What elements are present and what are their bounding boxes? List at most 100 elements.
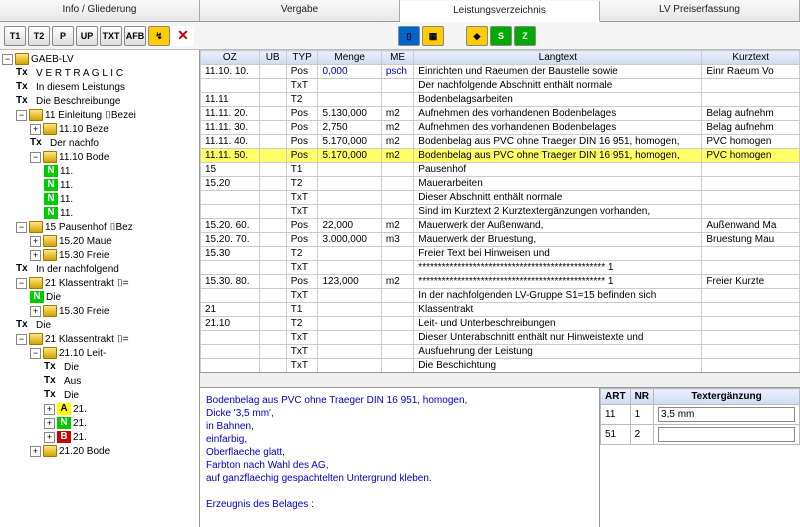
btn-y2[interactable]: ▦ xyxy=(422,26,444,46)
expand-icon[interactable]: − xyxy=(16,334,27,345)
btn-up[interactable]: UP xyxy=(76,26,98,46)
btn-txt[interactable]: TXT xyxy=(100,26,122,46)
tree-item[interactable]: 21 Klassentrakt ⌷= xyxy=(45,278,129,289)
tree-item[interactable]: In der nachfolgend xyxy=(36,264,119,275)
tree-view[interactable]: −GAEB-LV TxV E R T R A G L I C TxIn dies… xyxy=(0,50,200,527)
erg-input[interactable] xyxy=(658,427,795,442)
tree-item[interactable]: 21.20 Bode xyxy=(59,446,110,457)
expand-icon[interactable]: + xyxy=(44,404,55,415)
expand-icon[interactable]: + xyxy=(30,250,41,261)
table-row[interactable]: TxTDie Beschichtung xyxy=(201,359,800,373)
tree-item[interactable]: 21. xyxy=(73,432,87,443)
expand-icon[interactable]: − xyxy=(30,348,41,359)
tree-item[interactable]: V E R T R A G L I C xyxy=(36,68,123,79)
expand-icon[interactable]: + xyxy=(44,418,55,429)
tree-item[interactable]: 15.30 Freie xyxy=(59,250,110,261)
expand-icon[interactable]: + xyxy=(30,446,41,457)
btn-z[interactable]: Z xyxy=(514,26,536,46)
erg-col-art[interactable]: ART xyxy=(601,389,631,405)
table-row[interactable]: 15.30. 80.Pos123,000m2******************… xyxy=(201,275,800,289)
col-oz[interactable]: OZ xyxy=(201,51,260,65)
btn-delete[interactable]: ✕ xyxy=(172,26,194,46)
table-row[interactable]: TxTSind im Kurztext 2 Kurztextergänzunge… xyxy=(201,205,800,219)
table-row[interactable]: 15.20T2Mauerarbeiten xyxy=(201,177,800,191)
btn-t1[interactable]: T1 xyxy=(4,26,26,46)
table-row[interactable]: 11.11. 20.Pos5.130,000m2Aufnehmen des vo… xyxy=(201,107,800,121)
col-me[interactable]: ME xyxy=(381,51,413,65)
btn-action[interactable]: ↯ xyxy=(148,26,170,46)
table-row[interactable]: TxTDieser Unterabschnitt enthält nur Hin… xyxy=(201,331,800,345)
erg-row[interactable]: 11 1 xyxy=(601,405,800,425)
col-kurz[interactable]: Kurztext xyxy=(702,51,800,65)
tree-item[interactable]: 11. xyxy=(60,194,73,205)
col-menge[interactable]: Menge xyxy=(318,51,381,65)
tree-item[interactable]: Die xyxy=(64,390,79,401)
erg-col-text[interactable]: Textergänzung xyxy=(654,389,800,405)
tree-item[interactable]: 11 Einleitung ⌷Bezei xyxy=(45,110,136,121)
col-lang[interactable]: Langtext xyxy=(414,51,702,65)
btn-s[interactable]: S xyxy=(490,26,512,46)
table-row[interactable]: 11.10. 10.Pos0,000pschEinrichten und Rae… xyxy=(201,65,800,79)
btn-y3[interactable]: ◆ xyxy=(466,26,488,46)
table-row[interactable]: 11.11. 40.Pos5.170,000m2Bodenbelag aus P… xyxy=(201,135,800,149)
btn-blue[interactable]: ▯ xyxy=(398,26,420,46)
btn-p[interactable]: P xyxy=(52,26,74,46)
lv-grid[interactable]: OZ UB TYP Menge ME Langtext Kurztext 11.… xyxy=(200,50,800,372)
table-row[interactable]: 11.11T2Bodenbelagsarbeiten xyxy=(201,93,800,107)
tree-item[interactable]: 11. xyxy=(60,208,73,219)
expand-icon[interactable]: − xyxy=(30,152,41,163)
tree-item[interactable]: Die Beschreibunge xyxy=(36,96,121,107)
expand-icon[interactable]: + xyxy=(30,306,41,317)
tree-root[interactable]: GAEB-LV xyxy=(31,54,74,65)
table-row[interactable]: 21.10T2Leit- und Unterbeschreibungen xyxy=(201,317,800,331)
expand-icon[interactable]: + xyxy=(30,236,41,247)
table-row[interactable]: TxTAusfuehrung der Leistung xyxy=(201,345,800,359)
expand-icon[interactable]: − xyxy=(16,278,27,289)
erg-table[interactable]: ART NR Textergänzung 11 1 51 2 xyxy=(600,388,800,445)
table-row[interactable]: 15.20. 70.Pos3.000,000m3Mauerwerk der Br… xyxy=(201,233,800,247)
tree-item[interactable]: 21. xyxy=(73,418,87,429)
tree-item[interactable]: Aus xyxy=(64,376,81,387)
btn-afb[interactable]: AFB xyxy=(124,26,146,46)
erg-row[interactable]: 51 2 xyxy=(601,425,800,445)
col-typ[interactable]: TYP xyxy=(286,51,318,65)
expand-icon[interactable]: + xyxy=(44,432,55,443)
table-row[interactable]: 15.30T2Freier Text bei Hinweisen und xyxy=(201,247,800,261)
tree-item[interactable]: 21.10 Leit- xyxy=(59,348,106,359)
tree-item[interactable]: 15.20 Maue xyxy=(59,236,112,247)
tree-item[interactable]: 11. xyxy=(60,166,73,177)
table-row[interactable]: TxTDieser Abschnitt enthält normale xyxy=(201,191,800,205)
tree-item[interactable]: 21 Klassentrakt ⌷= xyxy=(45,334,129,345)
tree-item[interactable]: 21. xyxy=(73,404,87,415)
tree-item[interactable]: In diesem Leistungs xyxy=(36,82,125,93)
tree-item[interactable]: Die xyxy=(36,320,51,331)
h-scrollbar[interactable] xyxy=(200,372,800,387)
tree-item[interactable]: Die xyxy=(64,362,79,373)
erg-col-nr[interactable]: NR xyxy=(630,389,653,405)
tree-item[interactable]: 15.30 Freie xyxy=(59,306,110,317)
tree-item[interactable]: Der nachfo xyxy=(50,138,99,149)
expand-icon[interactable]: − xyxy=(16,222,27,233)
expand-icon[interactable]: − xyxy=(16,110,27,121)
tree-item[interactable]: 11.10 Bode xyxy=(59,152,109,163)
tree-item[interactable]: 11.10 Beze xyxy=(59,124,109,135)
tab-info[interactable]: Info / Gliederung xyxy=(0,0,200,21)
table-row[interactable]: 11.11. 50.Pos5.170,000m2Bodenbelag aus P… xyxy=(201,149,800,163)
langtext-view[interactable]: Bodenbelag aus PVC ohne Traeger DIN 16 9… xyxy=(200,388,600,527)
tree-item[interactable]: Die xyxy=(46,292,61,303)
expand-icon[interactable]: + xyxy=(30,124,41,135)
tab-leistungsverzeichnis[interactable]: Leistungsverzeichnis xyxy=(400,1,600,22)
table-row[interactable]: 15T1Pausenhof xyxy=(201,163,800,177)
tab-preiserfassung[interactable]: LV Preiserfassung xyxy=(600,0,800,21)
expand-icon[interactable]: − xyxy=(2,54,13,65)
table-row[interactable]: TxT*************************************… xyxy=(201,261,800,275)
tab-vergabe[interactable]: Vergabe xyxy=(200,0,400,21)
col-ub[interactable]: UB xyxy=(259,51,286,65)
grid-scroll[interactable]: OZ UB TYP Menge ME Langtext Kurztext 11.… xyxy=(200,50,800,372)
table-row[interactable]: 15.20. 60.Pos22,000m2Mauerwerk der Außen… xyxy=(201,219,800,233)
table-row[interactable]: 21T1Klassentrakt xyxy=(201,303,800,317)
tree-item[interactable]: 15 Pausenhof ⌷Bez xyxy=(45,222,133,233)
btn-t2[interactable]: T2 xyxy=(28,26,50,46)
table-row[interactable]: TxTIn der nachfolgenden LV-Gruppe S1=15 … xyxy=(201,289,800,303)
tree-item[interactable]: 11. xyxy=(60,180,73,191)
